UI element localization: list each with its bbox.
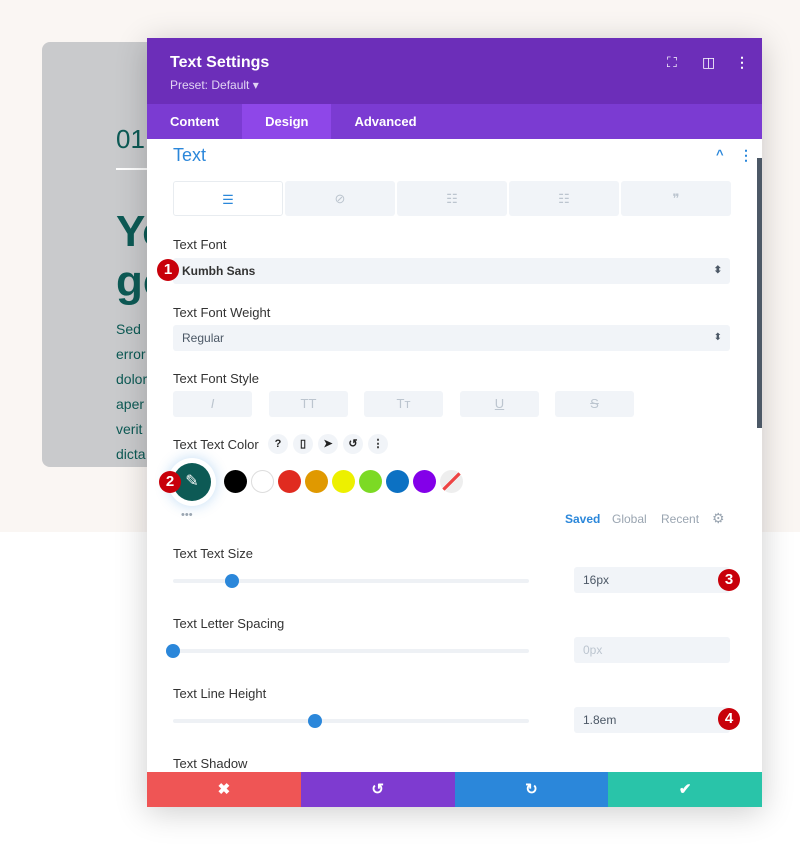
swatch-orange[interactable] xyxy=(305,470,328,493)
align-left-icon[interactable]: ☰ xyxy=(173,181,283,216)
capitalize-button[interactable]: Tт xyxy=(364,391,443,417)
text-shadow-label: Text Shadow xyxy=(173,756,248,771)
swatch-green[interactable] xyxy=(359,470,382,493)
color-more-icon[interactable]: ⋮ xyxy=(368,434,388,454)
section-more-icon[interactable]: ⋮ xyxy=(739,147,753,164)
badge-3: 3 xyxy=(718,569,740,591)
card-number: 01 xyxy=(116,124,145,154)
underline-button[interactable]: U xyxy=(460,391,539,417)
palette-global[interactable]: Global xyxy=(612,512,647,526)
section-title[interactable]: Text xyxy=(173,145,206,166)
redo-button[interactable]: ↻ xyxy=(454,772,609,807)
line-height-slider[interactable] xyxy=(173,714,529,728)
more-colors-icon[interactable]: ••• xyxy=(181,509,193,521)
swatch-white[interactable] xyxy=(251,470,274,493)
swatch-transparent[interactable] xyxy=(440,470,463,493)
swatch-yellow[interactable] xyxy=(332,470,355,493)
link-icon[interactable]: ⊘ xyxy=(285,181,395,216)
help-icon[interactable]: ? xyxy=(268,434,288,454)
scrollbar[interactable] xyxy=(757,158,762,428)
cancel-button[interactable]: ✖ xyxy=(147,772,301,807)
palette-saved[interactable]: Saved xyxy=(565,512,600,526)
text-size-slider[interactable] xyxy=(173,574,529,588)
palette-recent[interactable]: Recent xyxy=(661,512,699,526)
swatch-red[interactable] xyxy=(278,470,301,493)
badge-2: 2 xyxy=(159,471,181,493)
font-weight-label: Text Font Weight xyxy=(173,305,271,320)
card-body: Sed error dolor aper verit dicta xyxy=(116,321,148,462)
text-size-input[interactable]: 16px xyxy=(574,567,730,593)
settings-content: Text ^ ⋮ ☰ ⊘ ☷ ☷ ❞ Text Font Kumbh Sans … xyxy=(147,139,755,771)
badge-1: 1 xyxy=(157,259,179,281)
swatch-purple[interactable] xyxy=(413,470,436,493)
slider-thumb[interactable] xyxy=(225,574,240,588)
text-color-label: Text Text Color xyxy=(173,437,259,452)
text-size-label: Text Text Size xyxy=(173,546,253,561)
slider-thumb[interactable] xyxy=(308,714,323,728)
preset-dropdown[interactable]: Preset: Default ▾ xyxy=(170,78,259,92)
swatch-blue[interactable] xyxy=(386,470,409,493)
modal-footer: ✖ ↺ ↻ ✔ xyxy=(147,772,762,807)
text-subtabs: ☰ ⊘ ☷ ☷ ❞ xyxy=(173,181,731,216)
tab-design[interactable]: Design xyxy=(242,104,332,139)
strikethrough-button[interactable]: S xyxy=(555,391,634,417)
text-settings-modal: Text Settings Preset: Default ▾ ⛶ ◫ ⋮ Co… xyxy=(147,38,762,807)
font-style-label: Text Font Style xyxy=(173,371,259,386)
letter-spacing-slider[interactable] xyxy=(166,644,529,658)
tab-bar: Content Design Advanced xyxy=(147,104,762,139)
mobile-icon[interactable]: ▯ xyxy=(293,434,313,454)
tab-content[interactable]: Content xyxy=(147,104,242,139)
slider-thumb[interactable] xyxy=(166,644,180,658)
more-icon[interactable]: ⋮ xyxy=(735,54,749,71)
modal-title: Text Settings xyxy=(170,54,270,71)
split-view-icon[interactable]: ◫ xyxy=(702,54,715,71)
font-weight-select[interactable]: Regular xyxy=(173,325,730,351)
modal-header: Text Settings Preset: Default ▾ ⛶ ◫ ⋮ xyxy=(147,38,762,104)
fullscreen-icon[interactable]: ⛶ xyxy=(667,54,677,71)
ordered-list-icon[interactable]: ☷ xyxy=(509,181,619,216)
line-height-input[interactable]: 1.8em xyxy=(574,707,730,733)
hover-cursor-icon[interactable]: ➤ xyxy=(318,434,338,454)
text-font-select[interactable]: Kumbh Sans xyxy=(173,258,730,284)
undo-button[interactable]: ↺ xyxy=(300,772,455,807)
italic-button[interactable]: I xyxy=(173,391,252,417)
line-height-label: Text Line Height xyxy=(173,686,267,701)
chevron-up-icon[interactable]: ^ xyxy=(716,147,724,162)
uppercase-button[interactable]: TT xyxy=(269,391,348,417)
save-button[interactable]: ✔ xyxy=(608,772,762,807)
badge-4: 4 xyxy=(718,708,740,730)
quote-icon[interactable]: ❞ xyxy=(621,181,731,216)
unordered-list-icon[interactable]: ☷ xyxy=(397,181,507,216)
swatch-black[interactable] xyxy=(224,470,247,493)
letter-spacing-label: Text Letter Spacing xyxy=(173,616,285,631)
reset-icon[interactable]: ↺ xyxy=(343,434,363,454)
tab-advanced[interactable]: Advanced xyxy=(331,104,439,139)
gear-icon[interactable]: ⚙ xyxy=(712,510,725,527)
text-font-label: Text Font xyxy=(173,237,227,252)
letter-spacing-input[interactable]: 0px xyxy=(574,637,730,663)
